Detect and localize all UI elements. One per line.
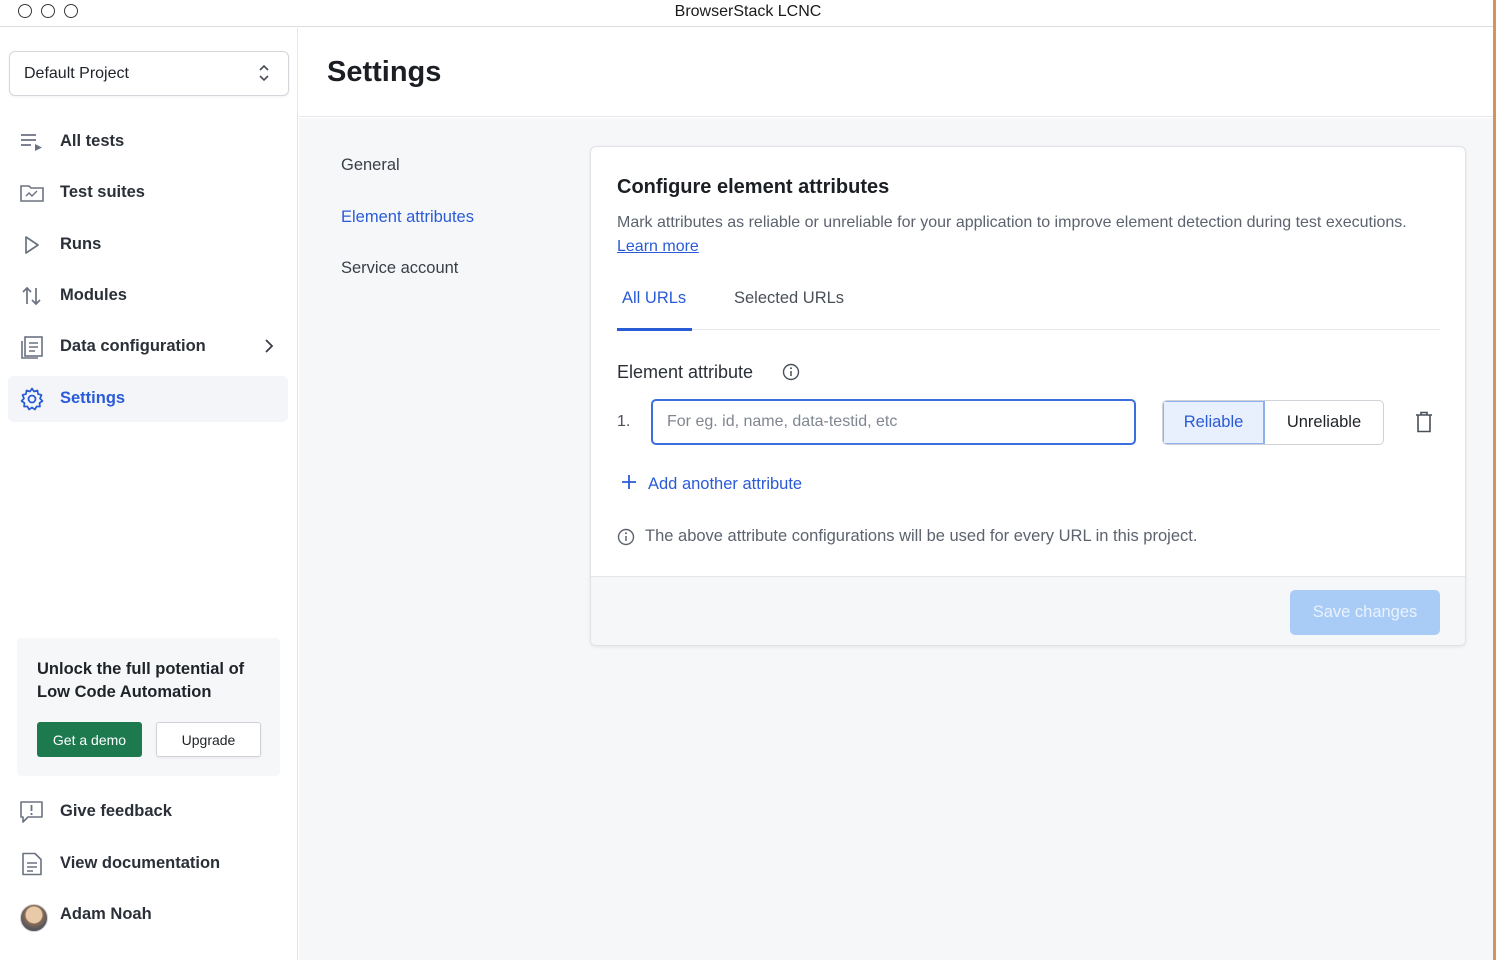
card-title: Configure element attributes <box>617 176 890 198</box>
element-attribute-label: Element attribute <box>617 362 754 382</box>
add-attribute-label: Add another attribute <box>648 475 803 493</box>
subnav-general[interactable]: General <box>341 156 400 175</box>
feedback-icon <box>19 800 45 824</box>
project-selector-value: Default Project <box>24 65 129 82</box>
list-icon <box>19 130 45 154</box>
sidebar-item-label: Runs <box>60 235 102 253</box>
project-selector[interactable]: Default Project <box>9 51 289 96</box>
page-title: Settings <box>327 56 442 88</box>
sidebar-item-test-suites[interactable]: Test suites <box>8 170 288 216</box>
note-text: The above attribute configurations will … <box>645 527 1198 545</box>
get-demo-button[interactable]: Get a demo <box>37 722 142 757</box>
folder-icon <box>19 181 45 205</box>
document-icon <box>19 852 45 876</box>
info-icon <box>617 528 635 551</box>
title-bar: BrowserStack LCNC <box>0 0 1496 27</box>
plus-icon <box>621 474 637 495</box>
sidebar-item-label: View documentation <box>60 854 221 872</box>
sidebar-item-label: All tests <box>60 132 125 150</box>
row-number: 1. <box>617 413 631 430</box>
sidebar-item-modules[interactable]: Modules <box>8 273 288 319</box>
chevron-right-icon <box>264 338 274 359</box>
subnav-element-attributes[interactable]: Element attributes <box>341 208 474 227</box>
learn-more-link[interactable]: Learn more <box>617 238 699 255</box>
sidebar-item-label: Test suites <box>60 183 145 201</box>
save-changes-button[interactable]: Save changes <box>1290 590 1440 635</box>
element-attributes-card: Configure element attributes Mark attrib… <box>590 146 1466 646</box>
tab-selected-urls[interactable]: Selected URLs <box>734 289 844 308</box>
view-documentation-link[interactable]: View documentation <box>8 841 288 887</box>
window-title: BrowserStack LCNC <box>674 3 822 20</box>
play-icon <box>19 233 45 257</box>
card-footer: Save changes <box>591 576 1465 645</box>
sidebar-item-label: Data configuration <box>60 337 206 355</box>
sidebar-item-data-configuration[interactable]: Data configuration <box>8 324 288 370</box>
give-feedback-link[interactable]: Give feedback <box>8 789 288 835</box>
settings-content: General Element attributes Service accou… <box>299 118 1493 960</box>
reliable-option[interactable]: Reliable <box>1163 401 1265 444</box>
sidebar: Default Project All tests Test suites Ru… <box>0 28 298 960</box>
reliability-toggle: Reliable Unreliable <box>1162 400 1384 445</box>
avatar <box>20 904 48 932</box>
unreliable-option[interactable]: Unreliable <box>1265 401 1383 444</box>
document-stack-icon <box>19 335 45 359</box>
element-attribute-input[interactable] <box>651 399 1136 445</box>
info-icon[interactable] <box>782 363 800 386</box>
user-profile[interactable]: Adam Noah <box>8 892 288 938</box>
sidebar-item-settings[interactable]: Settings <box>8 376 288 422</box>
sidebar-item-runs[interactable]: Runs <box>8 222 288 268</box>
sidebar-item-label: Settings <box>60 389 126 407</box>
sidebar-item-label: Modules <box>60 286 127 304</box>
sort-arrows-icon <box>19 284 45 308</box>
url-tabs: All URLs Selected URLs <box>617 277 1440 331</box>
page-header: Settings <box>299 28 1493 117</box>
tab-all-urls[interactable]: All URLs <box>622 289 686 308</box>
trash-icon[interactable] <box>1414 410 1434 439</box>
chevron-up-down-icon <box>258 62 270 89</box>
upgrade-promo: Unlock the full potential of Low Code Au… <box>17 638 280 776</box>
card-description: Mark attributes as reliable or unreliabl… <box>617 214 1407 255</box>
gear-icon <box>19 387 45 411</box>
user-name: Adam Noah <box>60 905 152 923</box>
sidebar-item-all-tests[interactable]: All tests <box>8 119 288 165</box>
upgrade-button[interactable]: Upgrade <box>156 722 261 757</box>
subnav-service-account[interactable]: Service account <box>341 259 458 278</box>
promo-text: Unlock the full potential of Low Code Au… <box>37 660 245 701</box>
sidebar-item-label: Give feedback <box>60 802 172 820</box>
active-tab-indicator <box>617 328 692 331</box>
